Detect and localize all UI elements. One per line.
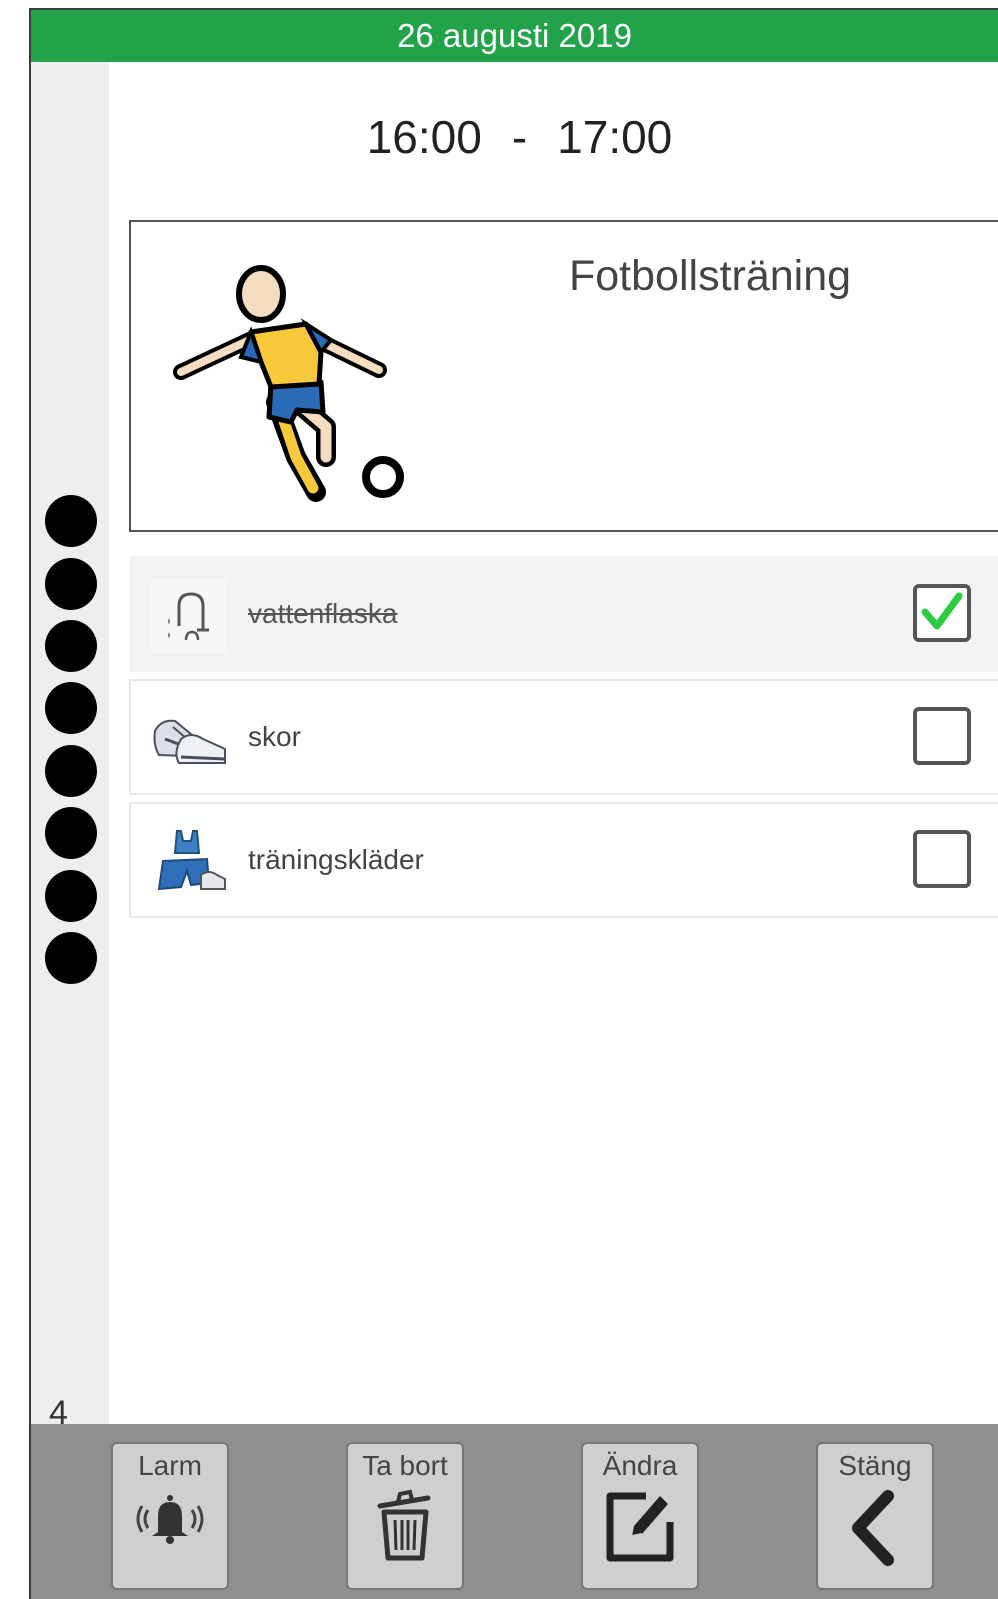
bottom-toolbar: Larm Ta bort Ändra Stäng (31, 1424, 998, 1599)
activity-title: Fotbollsträning (569, 252, 852, 300)
checklist-item[interactable]: skor (129, 679, 998, 795)
training-clothes-icon (151, 824, 227, 900)
checkbox-unchecked[interactable] (913, 707, 971, 765)
time-dot (45, 682, 97, 734)
time-dot (45, 620, 97, 672)
time-dot (45, 745, 97, 797)
checklist-item-label: skor (248, 721, 301, 752)
checklist-item-label: träningskläder (248, 844, 424, 875)
edit-pencil-icon (606, 1492, 674, 1562)
edit-button-label: Ändra (602, 1450, 678, 1481)
activity-card[interactable]: Fotbollsträning (129, 220, 998, 532)
time-column: 4 tim (31, 62, 109, 1466)
delete-button[interactable]: Ta bort (346, 1442, 464, 1590)
trash-icon (377, 1489, 431, 1561)
alarm-button[interactable]: Larm (111, 1442, 229, 1590)
checkbox-unchecked[interactable] (913, 830, 971, 888)
alarm-bell-icon (136, 1495, 204, 1544)
edit-button[interactable]: Ändra (581, 1442, 699, 1590)
close-button-label: Stäng (838, 1450, 912, 1481)
checkmark-icon (921, 592, 963, 630)
time-range: 16:00-17:00 (109, 62, 998, 198)
chevron-left-icon (852, 1490, 894, 1566)
water-tap-icon (151, 578, 227, 654)
alarm-button-label: Larm (138, 1450, 202, 1481)
checklist-item[interactable]: träningskläder (129, 802, 998, 918)
time-dot (45, 807, 97, 859)
checklist-item[interactable]: vattenflaska (129, 556, 998, 672)
checkbox-checked[interactable] (913, 584, 971, 642)
checklist-item-label: vattenflaska (248, 598, 398, 629)
time-dot (45, 558, 97, 610)
time-dot (45, 932, 97, 984)
time-dot (45, 870, 97, 922)
time-separator: - (511, 111, 528, 163)
shoes-icon (151, 701, 227, 777)
close-button[interactable]: Stäng (816, 1442, 934, 1590)
time-dot (45, 495, 97, 547)
delete-button-label: Ta bort (362, 1450, 448, 1481)
end-time: 17:00 (557, 111, 673, 163)
date-header: 26 augusti 2019 (31, 10, 998, 62)
start-time: 16:00 (366, 111, 482, 163)
checklist: vattenflaska skor träningskläder (129, 556, 998, 925)
app-frame: 26 augusti 2019 4 tim 16:00-17:00 (29, 8, 998, 1599)
soccer-player-icon (173, 265, 404, 502)
